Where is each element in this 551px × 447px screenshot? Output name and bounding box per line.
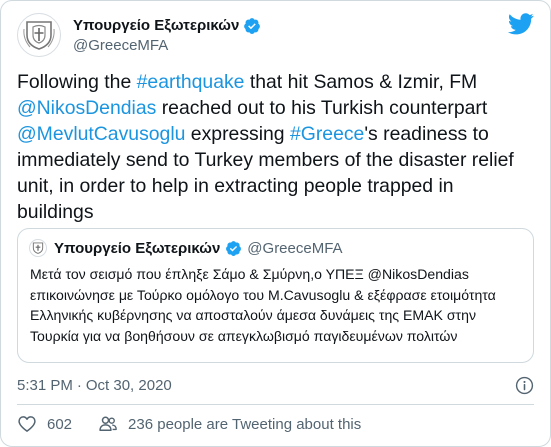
twitter-bird-icon[interactable] [508,13,534,35]
quoted-tweet-text: Μετά τον σεισμό που έπληξε Σάμο & Σμύρνη… [30,266,496,344]
tweet-header: Υπουργείο Εξωτερικών @GreeceMFA [17,13,534,57]
tweet-card: Υπουργείο Εξωτερικών @GreeceMFA Followin… [0,0,551,447]
likes-count: 602 [47,415,73,433]
author-handle[interactable]: @GreeceMFA [73,37,261,54]
tweet-text-segment: expressing [185,123,290,145]
quoted-avatar [29,239,47,257]
quoted-tweet-header: Υπουργείο Εξωτερικών @GreeceMFA [29,238,343,258]
display-name-row: Υπουργείο Εξωτερικών [73,15,261,36]
quoted-display-name: Υπουργείο Εξωτερικών [54,239,221,257]
info-icon[interactable] [515,376,534,395]
people-icon [99,416,117,431]
mention-mevlutcavusoglu-link[interactable]: @MevlutCavusoglu [17,123,185,145]
timestamp-date: Oct 30, 2020 [85,377,172,394]
mention-nikosdendias-link[interactable]: @NikosDendias [17,97,156,119]
tweet-text-segment: that hit Samos & Izmir, FM [244,71,483,93]
greek-coat-of-arms-icon [23,21,55,50]
quoted-tweet[interactable]: Υπουργείο Εξωτερικών @GreeceMFA Μετά τον… [17,228,534,363]
verified-badge-icon [244,17,261,34]
timestamp-link[interactable]: 5:31 PM · Oct 30, 2020 [17,377,172,394]
timestamp-time: 5:31 PM [17,377,73,394]
timestamp-separator: · [76,377,82,394]
author-block: Υπουργείο Εξωτερικών @GreeceMFA [73,15,261,54]
avatar[interactable] [17,13,61,57]
tweet-text: Following the #earthquake that hit Samos… [17,69,532,225]
heart-icon [18,416,36,432]
hashtag-greece-link[interactable]: #Greece [290,123,364,145]
hashtag-earthquake-link[interactable]: #earthquake [137,71,245,93]
tweeting-about-label: 236 people are Tweeting about this [128,415,362,433]
quoted-handle: @GreeceMFA [247,239,343,257]
tweet-actions: 602 236 people are Tweeting about this [17,414,361,434]
tweet-text-segment: reached out to his Turkish counterpart [156,97,493,119]
verified-badge-icon [226,240,242,256]
tweet-text-segment: Following the [17,71,137,93]
author-display-name[interactable]: Υπουργείο Εξωτερικών [73,17,239,34]
greek-coat-of-arms-icon [32,242,44,254]
like-button[interactable]: 602 [17,414,72,434]
tweeting-about-link[interactable]: 236 people are Tweeting about this [98,414,361,434]
divider [17,404,534,405]
